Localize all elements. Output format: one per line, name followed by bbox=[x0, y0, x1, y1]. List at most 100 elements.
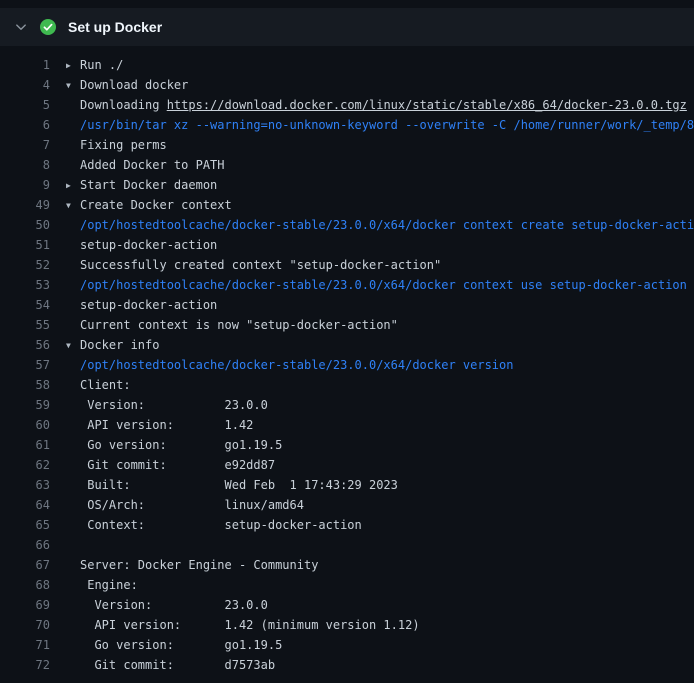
log-text: API version: 1.42 (minimum version 1.12) bbox=[80, 618, 420, 632]
group-expanded-icon[interactable]: ▼ bbox=[66, 336, 80, 355]
group-collapsed-icon[interactable]: ▶ bbox=[66, 56, 80, 75]
log-text: Fixing perms bbox=[80, 138, 167, 152]
line-number[interactable]: 64 bbox=[0, 495, 50, 515]
line-number[interactable]: 56 bbox=[0, 335, 50, 355]
line-number[interactable]: 60 bbox=[0, 415, 50, 435]
line-number[interactable]: 54 bbox=[0, 295, 50, 315]
step-title: Set up Docker bbox=[68, 19, 162, 35]
log-row: 63 Built: Wed Feb 1 17:43:29 2023 bbox=[0, 475, 694, 495]
group-title: Start Docker daemon bbox=[80, 178, 217, 192]
log-row[interactable]: 49▼Create Docker context bbox=[0, 195, 694, 215]
command-text: /opt/hostedtoolcache/docker-stable/23.0.… bbox=[80, 278, 687, 292]
line-number[interactable]: 57 bbox=[0, 355, 50, 375]
log-text: Go version: go1.19.5 bbox=[80, 438, 282, 452]
log-row: 71 Go version: go1.19.5 bbox=[0, 635, 694, 655]
log-row: 53/opt/hostedtoolcache/docker-stable/23.… bbox=[0, 275, 694, 295]
line-number[interactable]: 1 bbox=[0, 55, 50, 75]
line-number[interactable]: 53 bbox=[0, 275, 50, 295]
line-number[interactable]: 4 bbox=[0, 75, 50, 95]
log-row[interactable]: 56 ▼Docker info bbox=[0, 335, 694, 355]
group-expanded-icon[interactable]: ▼ bbox=[66, 196, 80, 215]
log-row: 54 setup-docker-action bbox=[0, 295, 694, 315]
line-number[interactable]: 52 bbox=[0, 255, 50, 275]
top-strip bbox=[0, 0, 694, 8]
group-title: Docker info bbox=[80, 338, 159, 352]
log-row: 7 Fixing perms bbox=[0, 135, 694, 155]
log-text: Added Docker to PATH bbox=[80, 158, 225, 172]
log-text: Current context is now "setup-docker-act… bbox=[80, 318, 398, 332]
log-link[interactable]: https://download.docker.com/linux/static… bbox=[167, 98, 687, 112]
log-row: 60 API version: 1.42 bbox=[0, 415, 694, 435]
line-number[interactable]: 49 bbox=[0, 195, 50, 215]
log-row: 72 Git commit: d7573ab bbox=[0, 655, 694, 675]
log-row: 58 Client: bbox=[0, 375, 694, 395]
log-text: Engine: bbox=[80, 578, 138, 592]
command-text: /usr/bin/tar xz --warning=no-unknown-key… bbox=[80, 118, 694, 132]
log-row: 59 Version: 23.0.0 bbox=[0, 395, 694, 415]
log-row[interactable]: 1 ▶Run ./ bbox=[0, 55, 694, 75]
line-number[interactable]: 61 bbox=[0, 435, 50, 455]
log-text: Git commit: e92dd87 bbox=[80, 458, 275, 472]
line-number[interactable]: 6 bbox=[0, 115, 50, 135]
log-row[interactable]: 4 ▼Download docker bbox=[0, 75, 694, 95]
line-number[interactable]: 7 bbox=[0, 135, 50, 155]
line-number[interactable]: 51 bbox=[0, 235, 50, 255]
line-number[interactable]: 8 bbox=[0, 155, 50, 175]
log-text: Go version: go1.19.5 bbox=[80, 638, 282, 652]
group-collapsed-icon[interactable]: ▶ bbox=[66, 176, 80, 195]
log-row: 65 Context: setup-docker-action bbox=[0, 515, 694, 535]
line-number[interactable]: 50 bbox=[0, 215, 50, 235]
line-number[interactable]: 70 bbox=[0, 615, 50, 635]
line-number[interactable]: 68 bbox=[0, 575, 50, 595]
log-text: OS/Arch: linux/amd64 bbox=[80, 498, 304, 512]
line-number[interactable]: 66 bbox=[0, 535, 50, 555]
log-row: 68 Engine: bbox=[0, 575, 694, 595]
log-text: Version: 23.0.0 bbox=[80, 598, 268, 612]
line-number[interactable]: 65 bbox=[0, 515, 50, 535]
group-title: Download docker bbox=[80, 78, 188, 92]
log-text: setup-docker-action bbox=[80, 238, 217, 252]
log-text: Git commit: d7573ab bbox=[80, 658, 275, 672]
line-number[interactable]: 59 bbox=[0, 395, 50, 415]
log-text: Successfully created context "setup-dock… bbox=[80, 258, 441, 272]
log-text: setup-docker-action bbox=[80, 298, 217, 312]
log-row: 50/opt/hostedtoolcache/docker-stable/23.… bbox=[0, 215, 694, 235]
log-row[interactable]: 9 ▶Start Docker daemon bbox=[0, 175, 694, 195]
log-row: 57/opt/hostedtoolcache/docker-stable/23.… bbox=[0, 355, 694, 375]
group-expanded-icon[interactable]: ▼ bbox=[66, 76, 80, 95]
log-row: 5 Downloading https://download.docker.com… bbox=[0, 95, 694, 115]
line-number[interactable]: 9 bbox=[0, 175, 50, 195]
chevron-down-icon[interactable] bbox=[14, 20, 28, 34]
group-title: Run ./ bbox=[80, 58, 123, 72]
line-number[interactable]: 55 bbox=[0, 315, 50, 335]
log-text: Client: bbox=[80, 378, 131, 392]
step-header[interactable]: Set up Docker bbox=[0, 8, 694, 46]
log-row: 51 setup-docker-action bbox=[0, 235, 694, 255]
log-text: Context: setup-docker-action bbox=[80, 518, 362, 532]
log-row: 64 OS/Arch: linux/amd64 bbox=[0, 495, 694, 515]
line-number[interactable]: 58 bbox=[0, 375, 50, 395]
log-text: Downloading bbox=[80, 98, 167, 112]
command-text: /opt/hostedtoolcache/docker-stable/23.0.… bbox=[80, 358, 513, 372]
log-row: 62 Git commit: e92dd87 bbox=[0, 455, 694, 475]
log-viewer: 1▶Run ./4▼Download docker5Downloading ht… bbox=[0, 46, 694, 675]
line-number[interactable]: 62 bbox=[0, 455, 50, 475]
log-row: 67 Server: Docker Engine - Community bbox=[0, 555, 694, 575]
log-row: 6/usr/bin/tar xz --warning=no-unknown-ke… bbox=[0, 115, 694, 135]
line-number[interactable]: 71 bbox=[0, 635, 50, 655]
log-text: API version: 1.42 bbox=[80, 418, 253, 432]
log-text: Built: Wed Feb 1 17:43:29 2023 bbox=[80, 478, 398, 492]
line-number[interactable]: 63 bbox=[0, 475, 50, 495]
log-row: 66 bbox=[0, 535, 694, 555]
log-row: 52 Successfully created context "setup-do… bbox=[0, 255, 694, 275]
line-number[interactable]: 67 bbox=[0, 555, 50, 575]
line-number[interactable]: 72 bbox=[0, 655, 50, 675]
line-number[interactable]: 69 bbox=[0, 595, 50, 615]
log-text: Server: Docker Engine - Community bbox=[80, 558, 318, 572]
log-row: 70 API version: 1.42 (minimum version 1.… bbox=[0, 615, 694, 635]
log-row: 61 Go version: go1.19.5 bbox=[0, 435, 694, 455]
command-text: /opt/hostedtoolcache/docker-stable/23.0.… bbox=[80, 218, 694, 232]
log-row: 8 Added Docker to PATH bbox=[0, 155, 694, 175]
line-number[interactable]: 5 bbox=[0, 95, 50, 115]
log-row: 55 Current context is now "setup-docker-a… bbox=[0, 315, 694, 335]
